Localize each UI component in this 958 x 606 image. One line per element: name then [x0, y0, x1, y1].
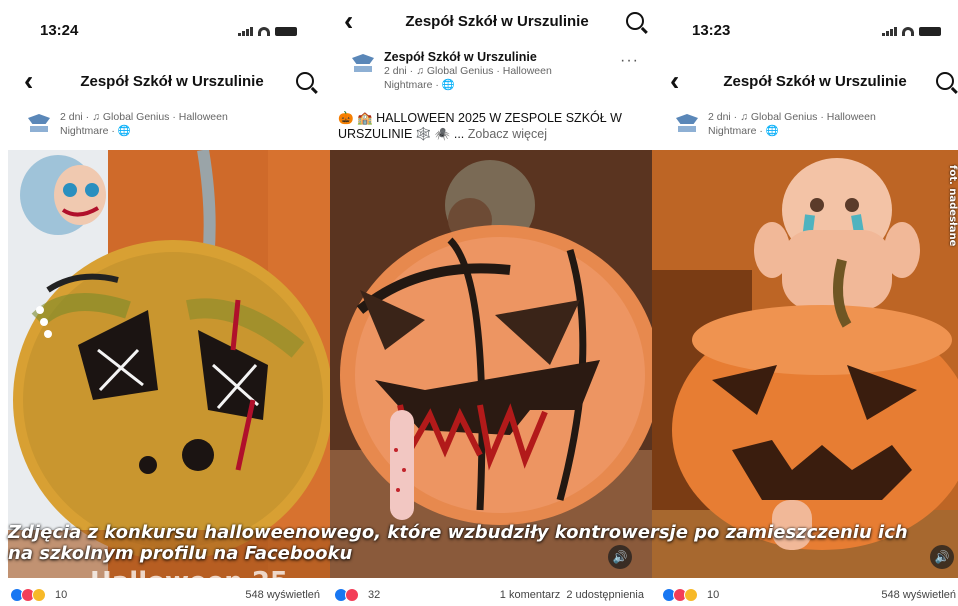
status-time: 13:24	[40, 22, 79, 39]
page-title: Zespół Szkół w Urszulinie	[80, 72, 264, 90]
school-logo-icon[interactable]	[350, 50, 376, 76]
love-reaction-icon	[345, 588, 359, 602]
volume-icon[interactable]: 🔊	[608, 545, 632, 569]
page-header: ‹ Zespół Szkół w Urszulinie	[344, 6, 644, 36]
post-meta: 2 dni · ♫ Global Genius · Halloween Nigh…	[26, 110, 228, 138]
page-title: Zespół Szkół w Urszulinie	[723, 72, 907, 90]
signal-icon	[238, 26, 253, 36]
views-count: 548 wyświetleń	[881, 589, 956, 601]
wifi-icon	[258, 26, 270, 36]
post-photo-pumpkin-doll-3[interactable]	[652, 150, 958, 578]
post-stats: 32 1 komentarz 2 udostępnienia	[334, 586, 644, 604]
screenshot-panel-middle: ‹ Zespół Szkół w Urszulinie Zespół Szkół…	[330, 0, 652, 606]
post-meta-line2: Nightmare · 🌐	[708, 125, 779, 137]
post-text: 🎃 🏫 HALLOWEEN 2025 W ZESPOLE SZKÓŁ W URS…	[338, 110, 638, 142]
pumpkin-illustration	[330, 150, 652, 578]
reaction-count[interactable]: 10	[55, 589, 67, 601]
reaction-count[interactable]: 32	[368, 589, 380, 601]
battery-icon	[275, 26, 297, 36]
chevron-left-icon[interactable]: ‹	[24, 67, 48, 95]
haha-reaction-icon	[684, 588, 698, 602]
post-meta-line1: 2 dni · ♫ Global Genius · Halloween	[708, 111, 876, 123]
video-overlay-text: Halloween 25	[90, 567, 289, 597]
post-meta-line1: 2 dni · ♫ Global Genius · Halloween	[384, 65, 552, 77]
status-icons	[238, 26, 297, 36]
haha-reaction-icon	[32, 588, 46, 602]
search-icon[interactable]	[626, 12, 644, 30]
status-icons	[882, 26, 941, 36]
page-name[interactable]: Zespół Szkół w Urszulinie	[384, 50, 552, 64]
post-meta-line1: 2 dni · ♫ Global Genius · Halloween	[60, 111, 228, 123]
reactions[interactable]	[10, 588, 46, 602]
see-more-link[interactable]: Zobacz więcej	[468, 127, 547, 141]
reactions[interactable]	[334, 588, 359, 602]
post-photo-pumpkin-doll-2[interactable]	[330, 150, 652, 578]
post-meta: Zespół Szkół w Urszulinie 2 dni · ♫ Glob…	[350, 50, 552, 92]
pumpkin-illustration	[8, 150, 330, 578]
reactions[interactable]	[662, 588, 698, 602]
chevron-left-icon[interactable]: ‹	[670, 67, 694, 95]
post-meta: 2 dni · ♫ Global Genius · Halloween Nigh…	[674, 110, 876, 138]
screenshot-panel-left: 13:24 ‹ Zespół Szkół w Urszulinie 2 dni …	[0, 0, 330, 606]
screenshot-panel-right: 13:23 ‹ Zespół Szkół w Urszulinie 2 dni …	[652, 0, 958, 606]
page-header: ‹ Zespół Szkół w Urszulinie	[24, 66, 314, 96]
reaction-count[interactable]: 10	[707, 589, 719, 601]
post-stats: 10 548 wyświetleń	[662, 586, 956, 604]
school-logo-icon[interactable]	[674, 110, 700, 136]
wifi-icon	[902, 26, 914, 36]
pumpkin-illustration	[652, 150, 958, 578]
photo-credit: fot. nadesłane	[947, 165, 958, 247]
chevron-left-icon[interactable]: ‹	[344, 7, 368, 35]
post-photo-pumpkin-doll-1[interactable]	[8, 150, 330, 578]
page-title: Zespół Szkół w Urszulinie	[405, 12, 589, 30]
post-meta-line2: Nightmare · 🌐	[384, 79, 455, 91]
status-time: 13:23	[692, 22, 731, 39]
school-logo-icon[interactable]	[26, 110, 52, 136]
search-icon[interactable]	[936, 72, 954, 90]
comments-count[interactable]: 1 komentarz	[500, 589, 561, 601]
shares-count[interactable]: 2 udostępnienia	[566, 589, 644, 601]
more-options-icon[interactable]: ···	[620, 52, 639, 70]
article-photo-caption: Zdjęcia z konkursu halloweenowego, które…	[8, 522, 908, 564]
volume-icon[interactable]: 🔊	[930, 545, 954, 569]
battery-icon	[919, 26, 941, 36]
signal-icon	[882, 26, 897, 36]
search-icon[interactable]	[296, 72, 314, 90]
page-header: ‹ Zespół Szkół w Urszulinie	[670, 66, 954, 96]
post-meta-line2: Nightmare · 🌐	[60, 125, 131, 137]
